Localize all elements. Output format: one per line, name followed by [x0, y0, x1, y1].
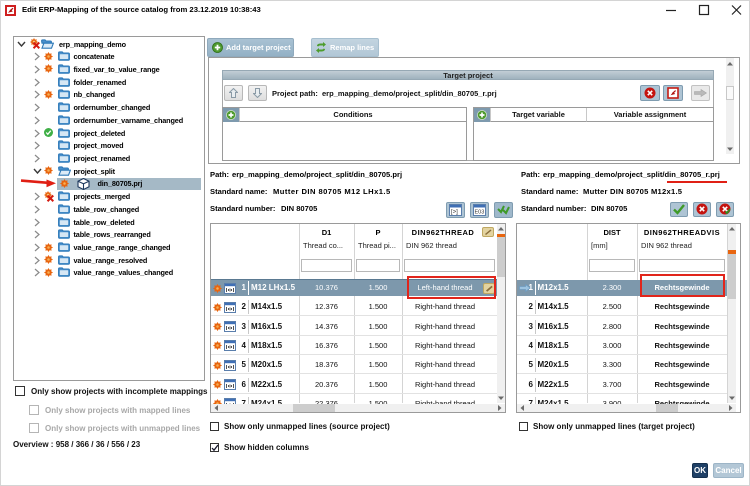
svg-text:[>]: [>] [451, 210, 458, 216]
svg-text:E03: E03 [475, 210, 485, 216]
